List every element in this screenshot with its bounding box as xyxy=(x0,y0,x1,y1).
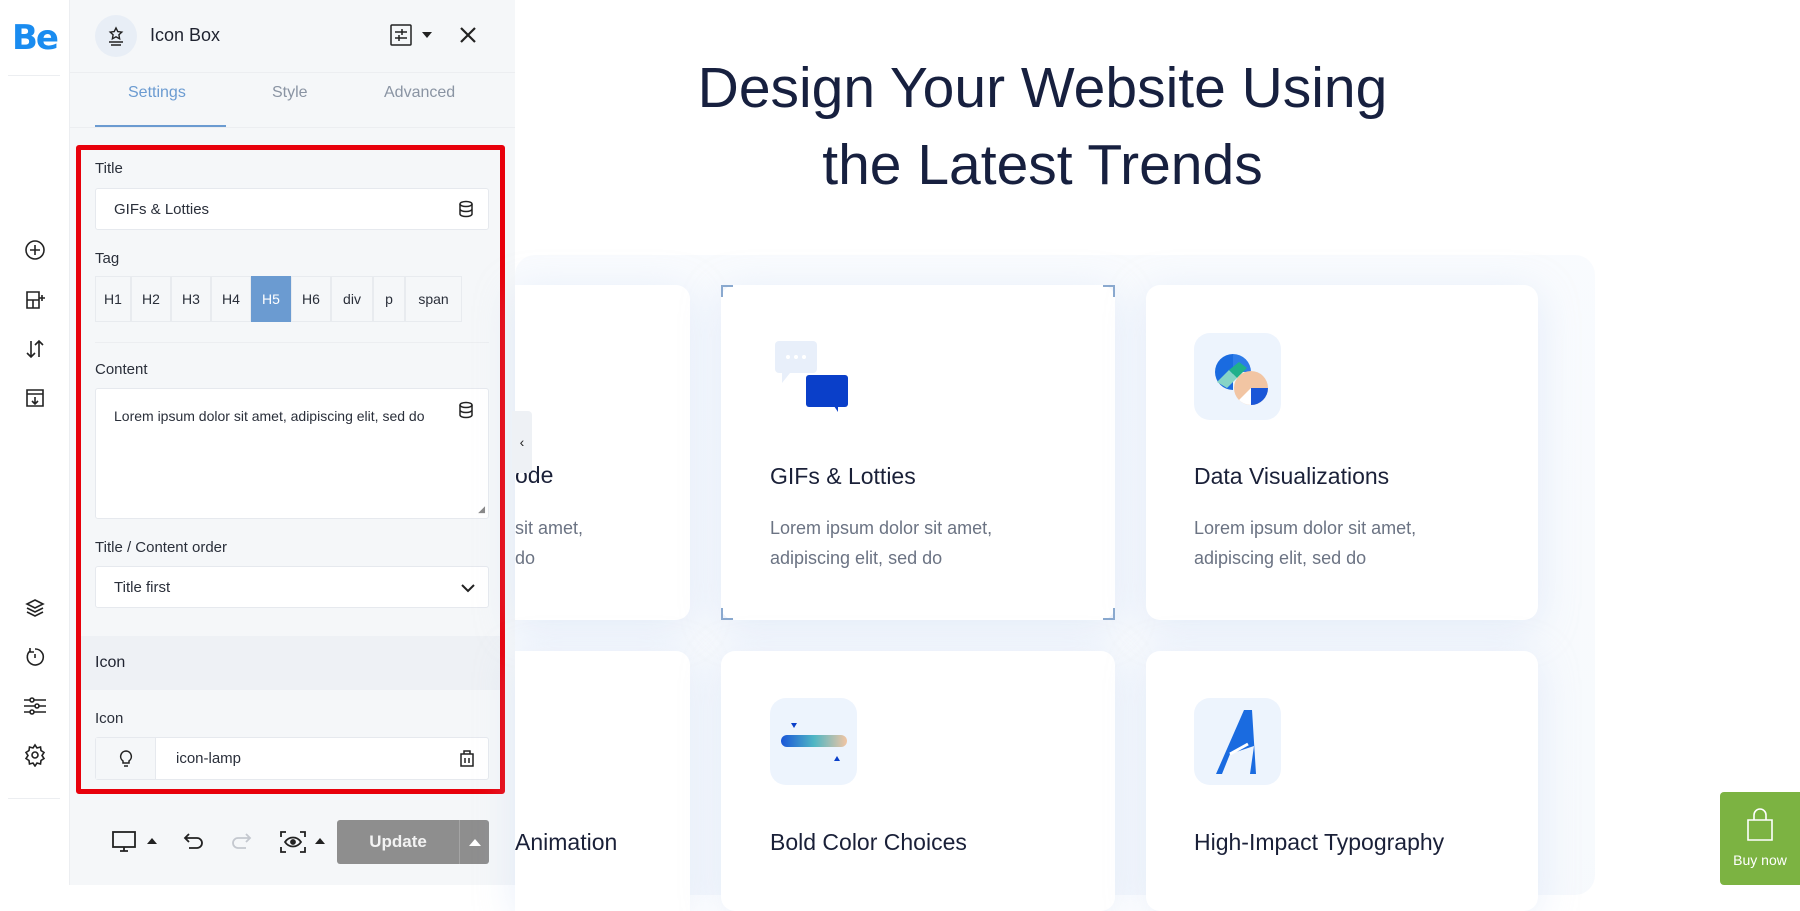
left-rail: Be xyxy=(0,0,70,885)
page-heading-line2: the Latest Trends xyxy=(822,133,1263,197)
undo-icon[interactable] xyxy=(183,832,205,857)
tab-settings[interactable]: Settings xyxy=(128,84,186,102)
divider xyxy=(8,798,60,799)
caret-up-icon xyxy=(468,838,481,846)
buy-now-label: Buy now xyxy=(1733,852,1787,868)
card-desc: Lorem ipsum dolor sit amet, xyxy=(770,518,993,538)
close-icon[interactable] xyxy=(459,26,477,49)
layers-icon[interactable] xyxy=(22,595,48,621)
feature-card[interactable]: Data Visualizations Lorem ipsum dolor si… xyxy=(1146,285,1538,620)
card-desc: Lorem ipsum dolor sit amet, xyxy=(1194,518,1417,538)
redo-icon[interactable] xyxy=(230,832,252,857)
preview-eye-icon[interactable] xyxy=(280,831,306,858)
brand-logo[interactable]: Be xyxy=(12,18,59,58)
feature-card[interactable]: High-Impact Typography xyxy=(1146,651,1538,911)
update-options-button[interactable] xyxy=(459,820,489,864)
divider xyxy=(8,75,60,76)
icon-box-widget-icon xyxy=(95,15,137,57)
responsive-desktop-icon[interactable] xyxy=(112,831,136,858)
caret-up-icon[interactable] xyxy=(147,838,157,844)
data-visualization-icon xyxy=(1194,333,1281,420)
selection-corner xyxy=(1103,608,1115,620)
buy-now-button[interactable]: Buy now xyxy=(1720,792,1800,885)
history-icon[interactable] xyxy=(22,644,48,670)
chat-bubbles-icon xyxy=(774,340,854,417)
sort-icon[interactable] xyxy=(22,336,48,362)
card-desc: sit amet, xyxy=(515,518,584,538)
caret-down-icon[interactable] xyxy=(422,32,432,38)
card-title: GIFs & Lotties xyxy=(770,463,916,489)
add-section-icon[interactable] xyxy=(22,287,48,313)
card-desc: adipiscing elit, sed do xyxy=(1194,548,1367,568)
feature-card-selected[interactable]: GIFs & Lotties Lorem ipsum dolor sit ame… xyxy=(721,285,1115,620)
export-icon[interactable] xyxy=(22,385,48,411)
feature-card[interactable]: Animation xyxy=(515,651,690,911)
divider xyxy=(70,72,515,73)
color-gradient-icon xyxy=(770,698,857,785)
card-title: Animation xyxy=(515,829,618,855)
feature-card[interactable]: Bold Color Choices xyxy=(721,651,1115,911)
selection-corner xyxy=(1103,285,1115,297)
highlight-box xyxy=(76,145,505,794)
presets-icon[interactable] xyxy=(390,24,412,51)
panel-title: Icon Box xyxy=(150,25,221,45)
add-element-icon[interactable] xyxy=(22,237,48,263)
tab-advanced[interactable]: Advanced xyxy=(384,84,455,102)
feature-card[interactable]: ode sit amet, do xyxy=(515,285,690,620)
card-title: Bold Color Choices xyxy=(770,829,967,855)
selection-corner xyxy=(721,608,733,620)
selection-corner xyxy=(721,285,733,297)
card-desc: adipiscing elit, sed do xyxy=(770,548,943,568)
typography-letter-icon xyxy=(1194,698,1281,785)
card-title: High-Impact Typography xyxy=(1194,829,1445,855)
card-title: Data Visualizations xyxy=(1194,463,1390,489)
update-button[interactable]: Update xyxy=(337,820,459,864)
divider xyxy=(70,127,515,128)
gear-icon[interactable] xyxy=(22,742,48,768)
caret-up-icon[interactable] xyxy=(315,838,325,844)
page-heading-line1: Design Your Website Using xyxy=(697,56,1388,120)
shopping-bag-icon xyxy=(1746,808,1774,847)
tab-style[interactable]: Style xyxy=(272,84,308,102)
card-desc: do xyxy=(515,548,536,568)
collapse-panel-toggle[interactable]: ‹ xyxy=(512,411,532,473)
sliders-icon[interactable] xyxy=(22,693,48,719)
